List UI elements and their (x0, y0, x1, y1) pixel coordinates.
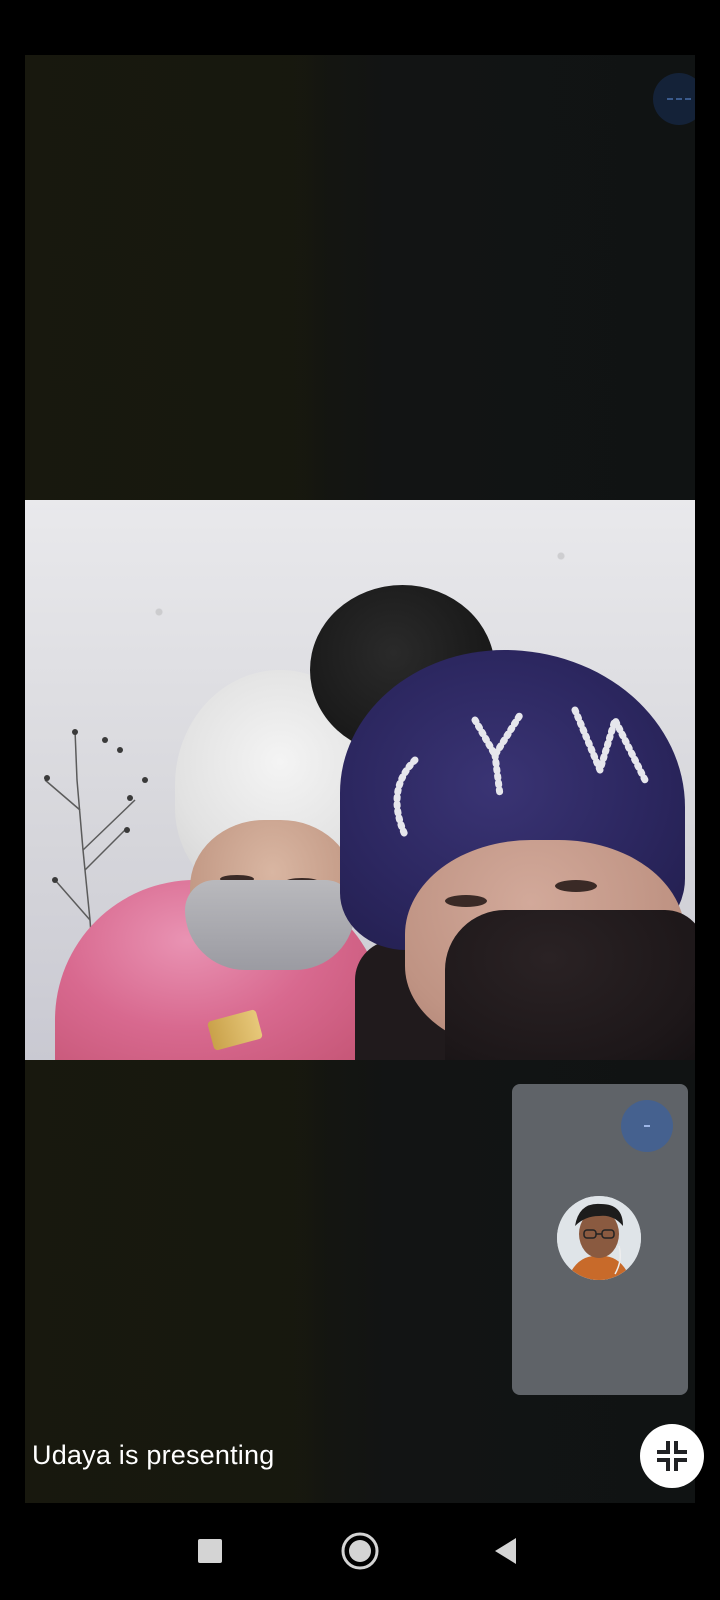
child-face-mask (185, 880, 355, 970)
participant-avatar (557, 1196, 641, 1280)
home-button[interactable] (330, 1521, 390, 1581)
presentation-stage (25, 55, 695, 1503)
beanie-rhinestone-lettering (393, 706, 649, 839)
system-navigation-bar (0, 1503, 720, 1600)
home-icon (341, 1532, 379, 1570)
presented-video (25, 500, 695, 1060)
self-view-tile[interactable] (512, 1084, 688, 1395)
exit-fullscreen-button[interactable] (640, 1424, 704, 1488)
back-button[interactable] (476, 1521, 536, 1581)
recent-apps-icon (198, 1539, 222, 1563)
woman-black-scarf (445, 910, 695, 1060)
back-icon (495, 1538, 516, 1564)
audio-indicator-icon (621, 1100, 673, 1152)
avatar-portrait (557, 1196, 641, 1280)
recent-apps-button[interactable] (180, 1521, 240, 1581)
exit-fullscreen-icon (657, 1441, 687, 1471)
presenting-label: Udaya is presenting (32, 1440, 275, 1470)
